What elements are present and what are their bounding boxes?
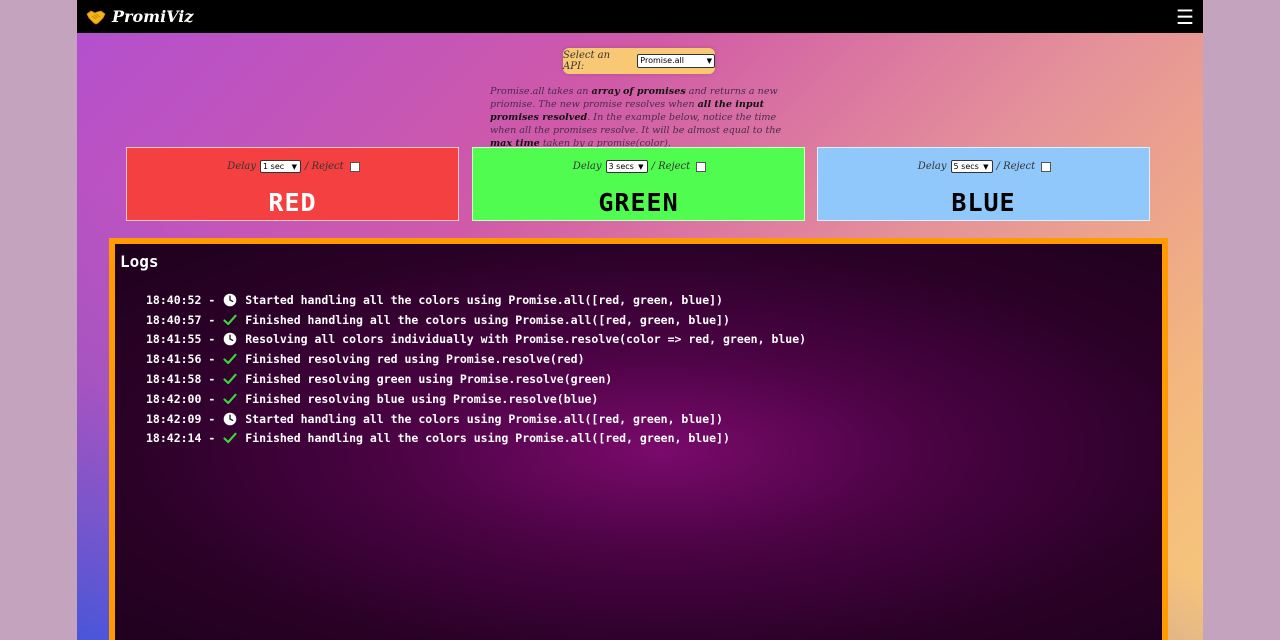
chevron-down-icon: ▼ [291, 162, 298, 171]
reject-checkbox-green[interactable] [696, 161, 707, 172]
checkmark-icon [223, 372, 237, 386]
log-time: 18:41:55 [146, 332, 202, 347]
delay-value: 5 secs [953, 162, 979, 171]
log-time: 18:42:14 [146, 431, 202, 446]
delay-select-blue[interactable]: 5 secs ▼ [950, 160, 993, 173]
delay-label: Delay [572, 161, 602, 172]
checkmark-icon [223, 313, 237, 327]
delay-select-green[interactable]: 3 secs ▼ [605, 160, 648, 173]
log-text: Finished handling all the colors using P… [245, 312, 730, 327]
clock-icon [223, 332, 237, 346]
logs-panel: Logs 18:40:52 - Started handling all the … [109, 238, 1168, 640]
log-entry: 18:42:00 - Finished resolving blue using … [146, 391, 599, 406]
delay-select-red[interactable]: 1 sec ▼ [260, 160, 302, 173]
log-time: 18:42:00 [146, 391, 202, 406]
delay-value: 1 sec [263, 162, 285, 171]
api-select-label: Select an API: [563, 50, 611, 72]
color-name-green: GREEN [598, 188, 679, 217]
log-time: 18:42:09 [146, 411, 202, 426]
log-time: 18:41:58 [146, 372, 202, 387]
logs-list: 18:40:52 - Started handling all the color… [146, 290, 806, 448]
color-card-blue: Delay 5 secs ▼ / Reject BLUE [817, 147, 1150, 221]
app-container: PromiViz ☰ Select an API: Promise.all ▼ … [77, 0, 1203, 640]
navbar: PromiViz ☰ [77, 0, 1203, 33]
color-card-green: Delay 3 secs ▼ / Reject GREEN [472, 147, 805, 221]
log-entry: 18:41:56 - Finished resolving red using P… [146, 352, 585, 367]
log-time: 18:40:57 [146, 312, 202, 327]
chevron-down-icon: ▼ [983, 162, 989, 171]
chevron-down-icon: ▼ [706, 57, 712, 65]
color-name-blue: BLUE [951, 188, 1016, 217]
api-selector: Select an API: Promise.all ▼ [563, 48, 715, 74]
chevron-down-icon: ▼ [638, 162, 644, 171]
log-text: Started handling all the colors using Pr… [245, 292, 723, 307]
reject-label: / Reject [305, 161, 344, 172]
brand[interactable]: PromiViz [86, 7, 193, 26]
reject-checkbox-red[interactable] [349, 161, 360, 172]
reject-label: / Reject [651, 161, 691, 172]
log-entry: 18:41:58 - Finished resolving green using… [146, 372, 613, 387]
color-controls: Delay 3 secs ▼ / Reject [473, 160, 804, 173]
log-time: 18:40:52 [146, 292, 202, 307]
color-name-red: RED [268, 188, 317, 217]
log-entry: 18:40:57 - Finished handling all the colo… [146, 312, 730, 327]
checkmark-icon [223, 392, 237, 406]
api-description: Promise.all takes an array of promises a… [490, 86, 782, 149]
reject-label: / Reject [996, 161, 1036, 172]
hamburger-menu-icon[interactable]: ☰ [1176, 7, 1194, 27]
log-entry: 18:42:14 - Finished handling all the colo… [146, 431, 730, 446]
color-controls: Delay 5 secs ▼ / Reject [818, 160, 1149, 173]
log-text: Finished handling all the colors using P… [245, 431, 730, 446]
delay-value: 3 secs [608, 162, 634, 171]
handshake-icon [86, 10, 106, 24]
clock-icon [223, 293, 237, 307]
color-controls: Delay 1 sec ▼ / Reject [127, 160, 458, 173]
checkmark-icon [223, 352, 237, 366]
log-text: Finished resolving green using Promise.r… [245, 372, 613, 387]
log-text: Resolving all colors individually with P… [245, 332, 807, 347]
brand-name: PromiViz [112, 7, 194, 26]
log-text: Finished resolving red using Promise.res… [245, 352, 585, 367]
reject-checkbox-blue[interactable] [1041, 161, 1052, 172]
log-text: Started handling all the colors using Pr… [245, 411, 723, 426]
color-card-red: Delay 1 sec ▼ / Reject RED [126, 147, 459, 221]
log-entry: 18:40:52 - Started handling all the color… [146, 292, 723, 307]
logs-title: Logs [120, 252, 159, 271]
api-select-value: Promise.all [640, 56, 684, 65]
checkmark-icon [223, 431, 237, 445]
log-entry: 18:41:55 - Resolving all colors individua… [146, 332, 807, 347]
delay-label: Delay [917, 161, 947, 172]
clock-icon [223, 412, 237, 426]
log-time: 18:41:56 [146, 352, 202, 367]
log-entry: 18:42:09 - Started handling all the color… [146, 411, 723, 426]
delay-label: Delay [227, 161, 257, 172]
api-select-dropdown[interactable]: Promise.all ▼ [637, 54, 715, 68]
log-text: Finished resolving blue using Promise.re… [245, 391, 599, 406]
